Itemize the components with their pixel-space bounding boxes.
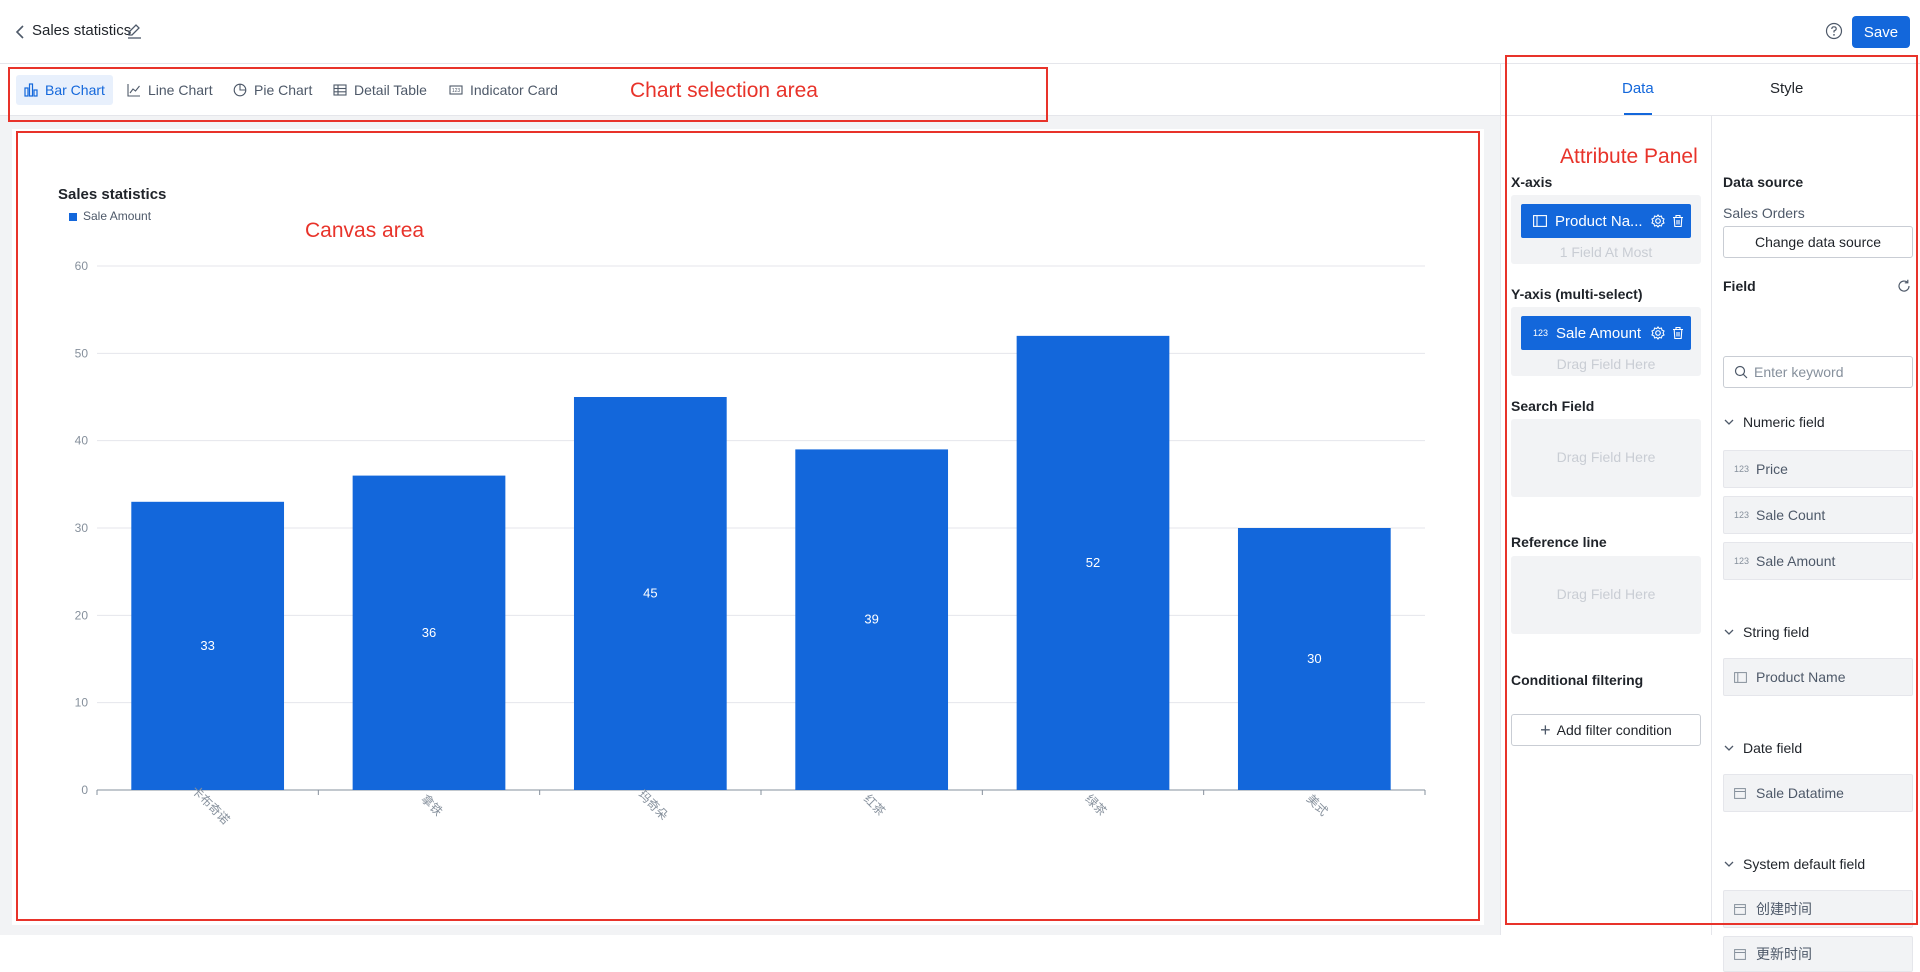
y-tick-label: 60	[75, 259, 89, 273]
string-field-icon	[1734, 671, 1748, 683]
field-item-created-time[interactable]: 创建时间	[1723, 890, 1913, 928]
attribute-panel-annotation: Attribute Panel	[1560, 145, 1698, 168]
save-button[interactable]: Save	[1852, 16, 1910, 48]
y-tick-label: 50	[75, 346, 89, 360]
field-item-product-name[interactable]: Product Name	[1723, 658, 1913, 696]
field-search-input[interactable]	[1754, 363, 1904, 381]
reference-line-dropzone[interactable]: Drag Field Here	[1511, 556, 1701, 634]
field-item-label: Product Name	[1756, 669, 1846, 685]
reference-line-hint: Drag Field Here	[1556, 586, 1656, 602]
field-item-price[interactable]: 123 Price	[1723, 450, 1913, 488]
chevron-down-icon	[1724, 861, 1734, 867]
system-field-group-title: System default field	[1743, 856, 1866, 872]
data-source-value: Sales Orders	[1723, 205, 1805, 221]
conditional-filtering-title: Conditional filtering	[1511, 672, 1644, 688]
field-item-sale-amount[interactable]: 123 Sale Amount	[1723, 542, 1913, 580]
field-search-box[interactable]	[1723, 356, 1913, 388]
y-axis-title: Y-axis (multi-select)	[1511, 286, 1643, 302]
canvas-annotation: Canvas area	[305, 219, 425, 242]
y-tick-label: 20	[75, 608, 89, 622]
y-axis-dropzone[interactable]: 123 Sale Amount Drag Field Here	[1511, 307, 1701, 376]
plus-icon: +	[1540, 719, 1551, 740]
chevron-down-icon	[1724, 629, 1734, 635]
string-field-group-title: String field	[1743, 624, 1810, 640]
delete-trash-icon[interactable]	[1671, 214, 1685, 228]
x-tick-label: 绿茶	[1082, 791, 1110, 819]
x-tick-label: 美式	[1304, 792, 1331, 819]
date-field-group[interactable]: Date field	[1723, 740, 1802, 756]
chart-selection-annotation: Chart selection area	[630, 79, 818, 102]
tab-style[interactable]: Style	[1770, 80, 1803, 97]
data-source-title: Data source	[1723, 174, 1804, 190]
field-item-label: 更新时间	[1756, 946, 1812, 962]
date-field-group-title: Date field	[1743, 740, 1803, 756]
delete-trash-icon[interactable]	[1671, 326, 1685, 340]
data-label: 52	[1086, 555, 1100, 570]
field-item-label: 创建时间	[1756, 901, 1812, 917]
calendar-icon	[1734, 948, 1748, 960]
numeric-field-icon: 123	[1734, 510, 1750, 520]
x-axis-dropzone[interactable]: Product Na... 1 Field At Most	[1511, 195, 1701, 264]
x-tick-label: 红茶	[861, 791, 889, 819]
system-field-group[interactable]: System default field	[1723, 856, 1865, 872]
x-tick-label: 拿铁	[418, 791, 446, 819]
field-title: Field	[1723, 278, 1756, 294]
chevron-down-icon	[1724, 745, 1734, 751]
x-tick-label: 玛奇朵	[635, 787, 670, 822]
help-icon[interactable]	[1825, 22, 1843, 40]
field-item-label: Sale Amount	[1756, 553, 1836, 569]
calendar-icon	[1734, 903, 1748, 915]
y-tick-label: 30	[75, 521, 89, 535]
add-filter-button[interactable]: + Add filter condition	[1511, 714, 1701, 746]
y-axis-field-pill[interactable]: 123 Sale Amount	[1521, 316, 1691, 350]
settings-gear-icon[interactable]	[1651, 326, 1665, 340]
data-label: 33	[200, 638, 214, 653]
search-field-hint: Drag Field Here	[1556, 449, 1656, 465]
tab-active-indicator	[1624, 113, 1652, 115]
field-item-updated-time[interactable]: 更新时间	[1723, 936, 1913, 972]
refresh-icon[interactable]	[1896, 278, 1912, 294]
x-axis-field-pill[interactable]: Product Na...	[1521, 204, 1691, 238]
y-tick-label: 10	[75, 696, 89, 710]
x-axis-hint: 1 Field At Most	[1559, 244, 1653, 260]
field-item-sale-count[interactable]: 123 Sale Count	[1723, 496, 1913, 534]
numeric-field-icon: 123	[1533, 328, 1549, 338]
string-field-icon	[1533, 215, 1547, 227]
y-tick-label: 0	[81, 783, 88, 797]
search-field-dropzone[interactable]: Drag Field Here	[1511, 419, 1701, 497]
reference-line-title: Reference line	[1511, 534, 1607, 550]
bar-chart: 010203040506033卡布奇诺36拿铁45玛奇朵39红茶52绿茶30美式	[75, 259, 1426, 827]
numeric-field-group[interactable]: Numeric field	[1723, 414, 1825, 430]
numeric-field-group-title: Numeric field	[1743, 414, 1825, 430]
field-item-label: Sale Count	[1756, 507, 1826, 523]
settings-gear-icon[interactable]	[1651, 214, 1665, 228]
panel-tabs: Data Style	[1501, 64, 1920, 116]
numeric-field-icon: 123	[1734, 464, 1750, 474]
field-item-sale-datatime[interactable]: Sale Datatime	[1723, 774, 1913, 812]
field-item-label: Sale Datatime	[1756, 785, 1844, 801]
search-field-title: Search Field	[1511, 398, 1595, 414]
y-axis-hint: Drag Field Here	[1556, 356, 1656, 372]
data-label: 45	[643, 586, 657, 601]
chevron-down-icon	[1724, 419, 1734, 425]
x-axis-field-label: Product Na...	[1555, 212, 1643, 230]
y-tick-label: 40	[75, 434, 89, 448]
data-label: 30	[1307, 651, 1321, 666]
y-axis-field-label: Sale Amount	[1556, 324, 1642, 342]
change-data-source-button[interactable]: Change data source	[1723, 226, 1913, 258]
search-icon	[1734, 365, 1748, 379]
x-axis-title: X-axis	[1511, 174, 1553, 190]
field-item-label: Price	[1756, 461, 1788, 477]
numeric-field-icon: 123	[1734, 556, 1750, 566]
data-label: 39	[864, 612, 878, 627]
string-field-group[interactable]: String field	[1723, 624, 1809, 640]
add-filter-label: Add filter condition	[1556, 722, 1672, 738]
attribute-panel: Data Style X-axis Product Na... 1 Field …	[1500, 64, 1920, 972]
data-label: 36	[422, 625, 436, 640]
tab-data[interactable]: Data	[1622, 80, 1654, 97]
calendar-icon	[1734, 787, 1748, 799]
column-divider	[1711, 116, 1712, 935]
